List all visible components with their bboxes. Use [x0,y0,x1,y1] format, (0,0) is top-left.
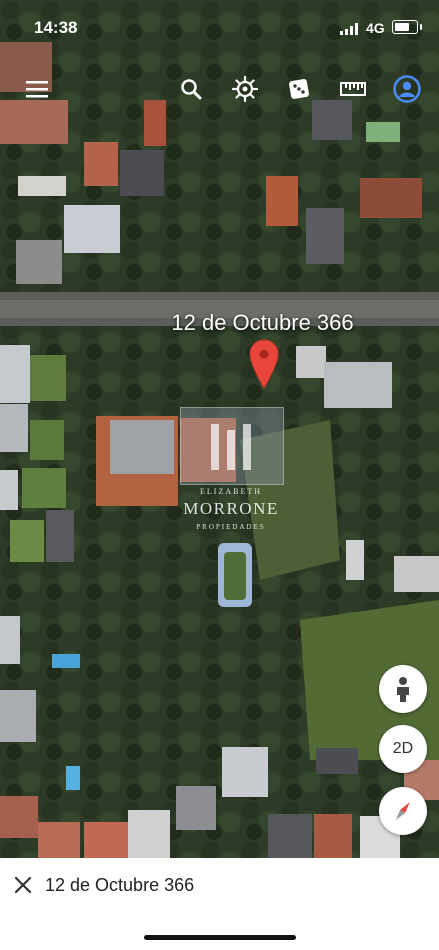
watermark-line2: MORRONE [183,499,279,518]
street-view-icon [397,677,409,702]
street-view-button[interactable] [379,665,427,713]
compass-button[interactable] [379,787,427,835]
place-title: 12 de Octubre 366 [45,875,195,895]
location-pin-icon[interactable] [248,338,280,395]
status-bar: 14:38 4G [0,0,439,44]
account-icon[interactable] [390,74,424,104]
signal-icon [340,20,360,40]
search-icon[interactable] [174,74,208,104]
measure-icon[interactable] [336,74,370,104]
battery-icon [392,20,422,34]
feeling-lucky-icon[interactable] [282,74,316,104]
voyager-icon[interactable] [228,74,262,104]
watermark-line3: PROPIEDADES [196,523,266,531]
place-label: 12 de Octubre 366 [171,310,354,335]
view-mode-label: 2D [392,740,414,757]
compass-icon [396,802,410,820]
menu-icon[interactable] [20,74,54,104]
view-mode-button[interactable]: 2D [379,725,427,773]
watermark-logo [180,407,284,485]
home-indicator[interactable] [144,935,296,940]
status-time: 14:38 [34,18,78,37]
close-icon[interactable] [12,874,34,896]
watermark-line1: ELIZABETH [200,487,262,496]
network-type: 4G [366,20,385,36]
watermark: ELIZABETH MORRONE PROPIEDADES [176,407,286,537]
